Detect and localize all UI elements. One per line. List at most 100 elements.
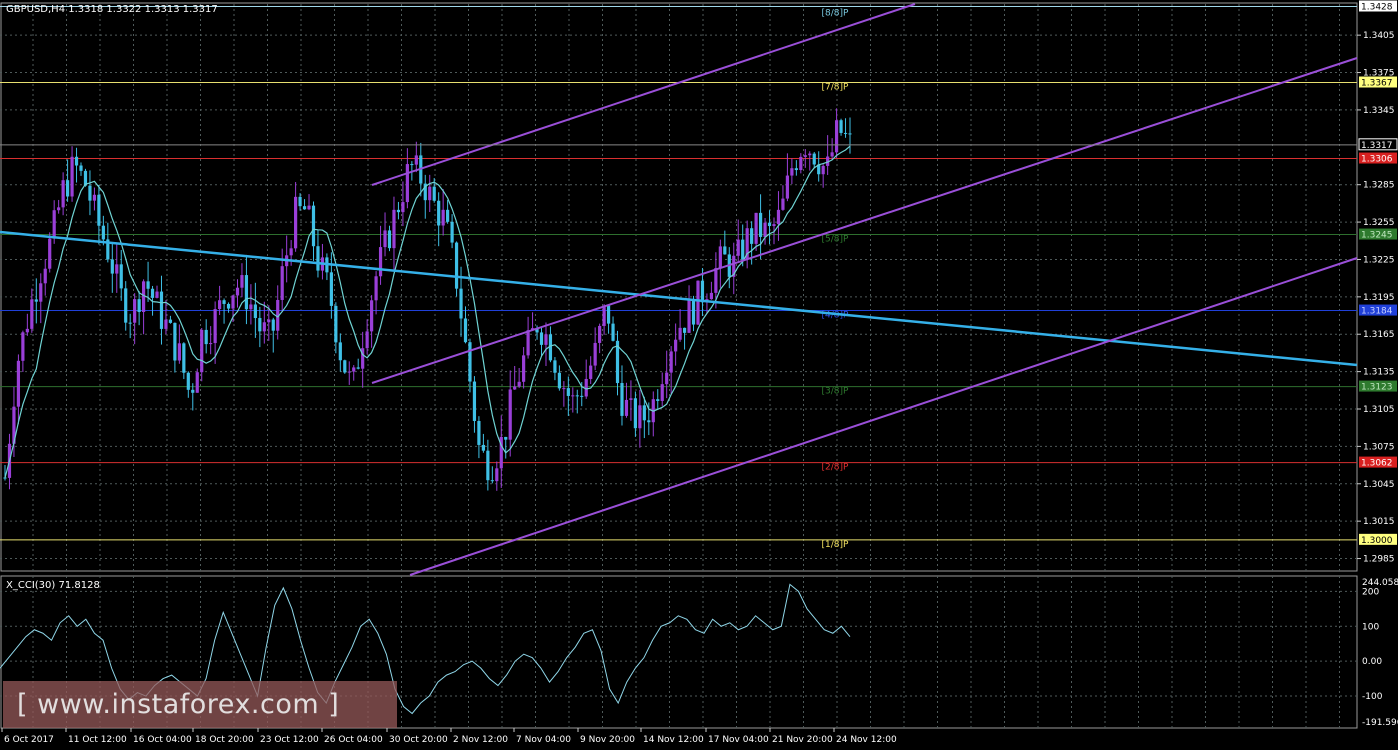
candle-body bbox=[790, 168, 794, 176]
candle-body bbox=[159, 291, 164, 329]
candle-body bbox=[682, 327, 687, 333]
candle-body bbox=[463, 318, 468, 343]
candle-body bbox=[119, 264, 123, 289]
candle-body bbox=[52, 210, 56, 239]
price-tick-label: 1.3045 bbox=[1363, 480, 1395, 490]
candle-body bbox=[821, 165, 825, 175]
candle-body bbox=[378, 247, 383, 277]
candle-body bbox=[70, 156, 74, 197]
level-price-label: 1.3184 bbox=[1361, 307, 1393, 317]
candle-body bbox=[222, 300, 226, 304]
candle-body bbox=[785, 175, 790, 199]
time-tick-label: 11 Oct 12:00 bbox=[68, 735, 127, 745]
candle-body bbox=[776, 209, 781, 225]
chart-canvas[interactable]: [8/8]P[7/8]P[5/8]P[4/8]P[3/8]P[2/8]P[1/8… bbox=[0, 0, 1398, 750]
candle-body bbox=[781, 198, 785, 210]
candle-body bbox=[244, 275, 249, 310]
candle-body bbox=[678, 327, 682, 340]
cci-tick-label: 100 bbox=[1362, 622, 1379, 632]
time-tick-label: 17 Nov 04:00 bbox=[708, 735, 769, 745]
candle-body bbox=[696, 280, 700, 325]
candle-body bbox=[598, 325, 602, 343]
level-label: [1/8]P bbox=[822, 540, 850, 550]
candle-body bbox=[195, 372, 199, 393]
candle-body bbox=[21, 332, 25, 361]
candle-body bbox=[611, 323, 615, 341]
candle-body bbox=[61, 180, 65, 208]
time-tick-label: 21 Nov 20:00 bbox=[772, 735, 833, 745]
time-tick-label: 2 Nov 12:00 bbox=[453, 735, 508, 745]
candle-body bbox=[517, 381, 521, 387]
cci-tick-label: 200 bbox=[1362, 587, 1379, 597]
candle-body bbox=[48, 238, 52, 269]
watermark: [ www.instaforex.com ] bbox=[3, 681, 397, 728]
candle-body bbox=[374, 276, 378, 301]
time-tick-label: 23 Oct 12:00 bbox=[260, 735, 319, 745]
candle-body bbox=[446, 209, 450, 222]
cci-tick-label: 0.00 bbox=[1362, 657, 1382, 667]
candle-body bbox=[834, 120, 839, 153]
candle-body bbox=[146, 281, 150, 289]
candle-body bbox=[249, 304, 253, 310]
candle-body bbox=[155, 291, 159, 298]
candle-body bbox=[405, 164, 409, 203]
cci-tick-label: -191.596 bbox=[1362, 718, 1398, 728]
time-tick-label: 24 Nov 12:00 bbox=[836, 735, 897, 745]
candle-body bbox=[289, 248, 293, 256]
candle-body bbox=[173, 322, 177, 361]
candle-body bbox=[226, 303, 231, 309]
candle-body bbox=[231, 295, 235, 309]
symbol-header: GBPUSD,H4 1.3318 1.3322 1.3313 1.3317 bbox=[6, 4, 218, 15]
candle-body bbox=[620, 383, 624, 416]
time-tick-label: 9 Nov 20:00 bbox=[580, 735, 635, 745]
price-tick-label: 1.3405 bbox=[1363, 31, 1395, 41]
level-price-label: 1.3062 bbox=[1361, 459, 1393, 469]
candle-body bbox=[311, 205, 316, 247]
candle-body bbox=[258, 318, 262, 332]
candle-body bbox=[454, 242, 459, 289]
candle-body bbox=[674, 339, 678, 352]
candle-body bbox=[218, 300, 222, 310]
candle-body bbox=[562, 388, 566, 390]
candle-body bbox=[387, 230, 392, 249]
level-price-label: 1.3000 bbox=[1361, 536, 1393, 546]
candle-body bbox=[97, 194, 101, 226]
candle-body bbox=[580, 395, 584, 397]
candle-body bbox=[137, 299, 141, 313]
candle-body bbox=[414, 155, 418, 165]
level-price-label: 1.3367 bbox=[1361, 79, 1393, 89]
level-price-label: 1.3123 bbox=[1361, 383, 1393, 393]
candle-body bbox=[638, 405, 642, 429]
candle-body bbox=[544, 334, 548, 345]
candle-body bbox=[691, 299, 696, 325]
candle-body bbox=[191, 389, 195, 393]
candle-body bbox=[669, 351, 673, 373]
candle-body bbox=[839, 120, 843, 133]
candle-body bbox=[302, 206, 307, 210]
grid bbox=[0, 4, 1357, 728]
time-tick-label: 6 Oct 2017 bbox=[4, 735, 54, 745]
price-tick-label: 1.3075 bbox=[1363, 442, 1395, 452]
candle-body bbox=[526, 330, 530, 356]
candle-body bbox=[593, 342, 597, 366]
candle-body bbox=[808, 153, 812, 156]
candle-body bbox=[365, 331, 369, 349]
trend-line bbox=[0, 230, 1358, 367]
candle-body bbox=[459, 288, 463, 319]
price-tick-label: 1.3345 bbox=[1363, 106, 1395, 116]
candle-body bbox=[522, 355, 526, 382]
level-label: [3/8]P bbox=[822, 387, 850, 397]
time-tick-label: 7 Nov 04:00 bbox=[516, 735, 571, 745]
price-tick-label: 1.2985 bbox=[1363, 555, 1395, 565]
candle-body bbox=[141, 281, 146, 313]
candle-body bbox=[213, 309, 217, 344]
candle-body bbox=[352, 367, 356, 372]
candle-body bbox=[115, 264, 119, 274]
candle-body bbox=[79, 165, 83, 171]
candle-body bbox=[736, 239, 740, 256]
candle-body bbox=[240, 275, 244, 288]
candle-body bbox=[468, 342, 472, 382]
cci-tick-label: -100 bbox=[1362, 692, 1383, 702]
price-tick-label: 1.3225 bbox=[1363, 255, 1395, 265]
candle-body bbox=[209, 343, 213, 345]
